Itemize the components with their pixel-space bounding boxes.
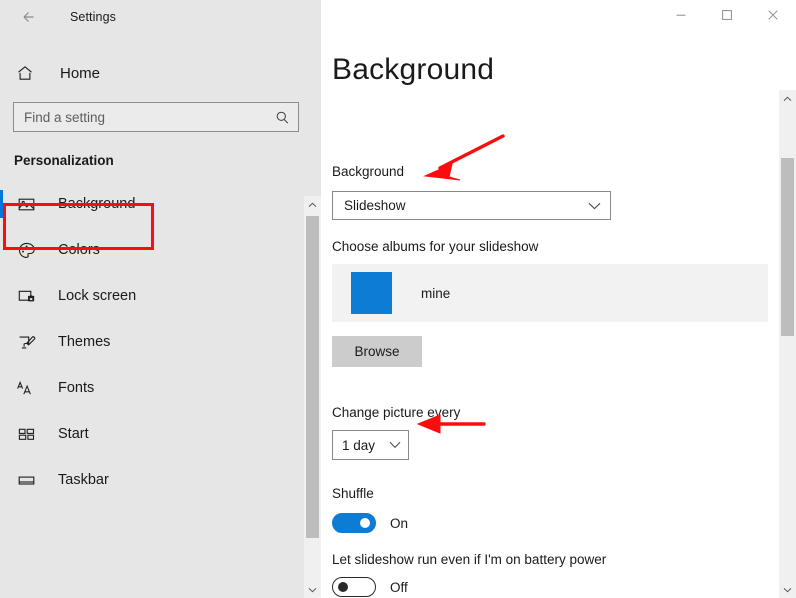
album-list[interactable]: mine	[332, 264, 768, 322]
page-title: Background	[332, 53, 495, 86]
shuffle-label: Shuffle	[332, 486, 374, 501]
window-controls	[321, 0, 796, 33]
interval-label: Change picture every	[332, 405, 461, 420]
settings-window: Settings Home Personalization	[0, 0, 796, 598]
shuffle-state-label: On	[390, 515, 409, 531]
chevron-up-icon[interactable]	[304, 196, 321, 213]
sidebar-item-home-label: Home	[60, 64, 101, 82]
minimize-icon[interactable]	[658, 0, 704, 30]
sidebar-item-background[interactable]: Background	[0, 181, 321, 227]
sidebar-item-lock-screen-label: Lock screen	[58, 288, 137, 304]
battery-state-label: Off	[390, 579, 408, 595]
battery-toggle-row: Off	[332, 577, 408, 597]
search-input[interactable]	[24, 109, 275, 125]
sidebar-item-themes-label: Themes	[58, 334, 111, 350]
sidebar-item-colors-label: Colors	[58, 242, 100, 258]
fonts-aa-icon	[14, 376, 38, 400]
album-thumbnail	[351, 272, 392, 314]
taskbar-icon	[14, 468, 38, 492]
shuffle-toggle-row: On	[332, 513, 408, 533]
album-name: mine	[421, 285, 451, 301]
interval-dropdown[interactable]: 1 day	[332, 430, 409, 460]
background-type-value: Slideshow	[344, 198, 406, 213]
battery-toggle[interactable]	[332, 577, 376, 597]
chevron-down-icon	[588, 202, 601, 210]
palette-icon	[14, 238, 38, 262]
sidebar-item-taskbar[interactable]: Taskbar	[0, 457, 321, 503]
sidebar-item-fonts[interactable]: Fonts	[0, 365, 321, 411]
main-content: Background Background Slideshow Choose a…	[321, 0, 796, 598]
sidebar-item-lock-screen[interactable]: Lock screen	[0, 273, 321, 319]
app-title: Settings	[70, 9, 116, 24]
main-scrollbar[interactable]	[779, 90, 796, 598]
search-box[interactable]	[13, 102, 299, 132]
battery-label: Let slideshow run even if I'm on battery…	[332, 552, 607, 567]
start-tiles-icon	[14, 422, 38, 446]
sidebar-titlebar: Settings	[0, 0, 321, 33]
picture-icon	[14, 192, 38, 216]
settings-body: Background Background Slideshow Choose a…	[321, 53, 796, 597]
background-type-dropdown[interactable]: Slideshow	[332, 191, 611, 220]
scrollbar-thumb[interactable]	[781, 158, 794, 336]
brush-icon	[14, 330, 38, 354]
sidebar-item-start[interactable]: Start	[0, 411, 321, 457]
sidebar: Settings Home Personalization	[0, 0, 321, 598]
home-icon	[14, 62, 36, 84]
sidebar-item-background-label: Background	[58, 196, 136, 212]
toggle-knob	[338, 582, 348, 592]
chevron-up-icon[interactable]	[779, 90, 796, 107]
back-arrow-icon[interactable]	[14, 2, 44, 32]
lock-screen-icon	[14, 284, 38, 308]
scrollbar-thumb[interactable]	[306, 216, 319, 538]
shuffle-toggle[interactable]	[332, 513, 376, 533]
sidebar-item-colors[interactable]: Colors	[0, 227, 321, 273]
maximize-icon[interactable]	[704, 0, 750, 30]
toggle-knob	[360, 518, 370, 528]
sidebar-section-header: Personalization	[14, 153, 114, 168]
browse-button[interactable]: Browse	[332, 336, 422, 367]
search-icon[interactable]	[275, 110, 290, 125]
chevron-down-icon	[389, 441, 401, 449]
sidebar-item-themes[interactable]: Themes	[0, 319, 321, 365]
albums-label: Choose albums for your slideshow	[332, 239, 539, 254]
sidebar-item-start-label: Start	[58, 426, 89, 442]
sidebar-item-fonts-label: Fonts	[58, 380, 95, 396]
chevron-down-icon[interactable]	[779, 581, 796, 598]
background-field-label: Background	[332, 164, 405, 179]
close-icon[interactable]	[750, 0, 796, 30]
sidebar-item-home[interactable]: Home	[0, 53, 321, 93]
interval-value: 1 day	[342, 437, 376, 453]
sidebar-item-taskbar-label: Taskbar	[58, 472, 109, 488]
chevron-down-icon[interactable]	[304, 581, 321, 598]
sidebar-scrollbar[interactable]	[304, 196, 321, 598]
sidebar-nav-list: Background Colors Lock screen Themes Fon…	[0, 181, 321, 503]
